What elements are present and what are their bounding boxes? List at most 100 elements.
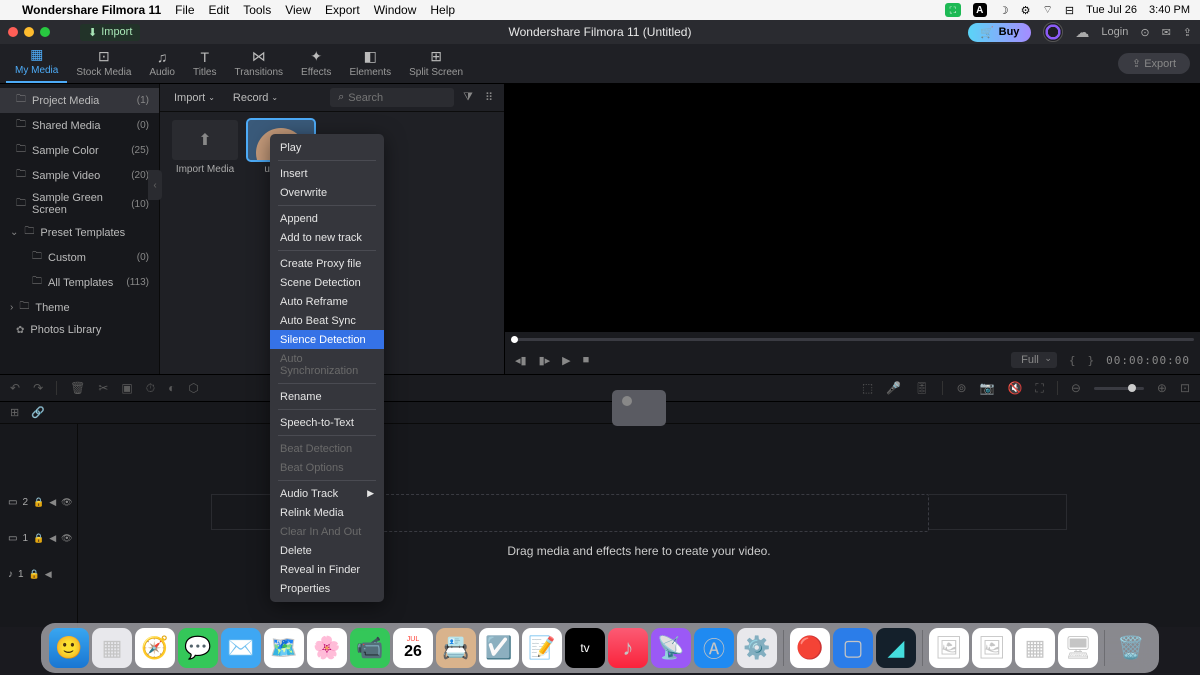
dock-calendar[interactable]: JUL26 [393,628,433,668]
spotlight-icon[interactable]: ⚙ [1021,4,1031,17]
dock-music[interactable]: ♪ [608,628,648,668]
filter-icon[interactable]: ⧩ [460,88,476,107]
sidebar-item-project-media[interactable]: 🗀Project Media(1) [0,88,159,113]
dock-safari[interactable]: 🧭 [135,628,175,668]
menu-window[interactable]: Window [374,3,417,17]
menubar-time[interactable]: 3:40 PM [1149,4,1190,16]
quality-dropdown[interactable]: Full [1011,352,1057,368]
preview-scrubber[interactable] [505,332,1200,346]
search-field[interactable]: ⌕ [330,88,454,107]
dock-filmora[interactable]: ◢ [876,628,916,668]
tab-titles[interactable]: TTitles [184,46,226,83]
dock-trash[interactable]: 🗑️ [1111,628,1151,668]
dock-recent-2[interactable]: 🖼 [972,628,1012,668]
tab-audio[interactable]: ♫Audio [140,46,184,83]
dock-maps[interactable]: 🗺️ [264,628,304,668]
greenscreen-icon[interactable]: ⬡ [188,381,198,395]
status-icon-1[interactable]: ⛶ [945,3,961,17]
mail-icon[interactable]: ✉ [1162,26,1171,39]
sidebar-item-shared-media[interactable]: 🗀Shared Media(0) [0,113,159,138]
dock-facetime[interactable]: 📹 [350,628,390,668]
track-header-video-2[interactable]: ▭2🔒◀👁 [0,484,77,520]
cm-auto-reframe[interactable]: Auto Reframe [270,292,384,311]
undo-icon[interactable]: ↶ [10,381,20,395]
tab-split-screen[interactable]: ⊞Split Screen [400,45,472,83]
cm-append[interactable]: Append [270,209,384,228]
cm-relink-media[interactable]: Relink Media [270,503,384,522]
marker-icon[interactable]: ⬚ [862,381,873,395]
zoom-out-icon[interactable]: ⊖ [1071,381,1081,395]
dock-settings[interactable]: ⚙️ [737,628,777,668]
zoom-fit-icon[interactable]: ⊡ [1180,381,1190,395]
dock-reminders[interactable]: ☑️ [479,628,519,668]
dock-recent-4[interactable]: 🖥 [1058,628,1098,668]
mute-icon[interactable]: ◀ [45,569,52,580]
menu-file[interactable]: File [175,3,194,17]
mute-icon[interactable]: ◀ [49,497,56,508]
cm-add-new-track[interactable]: Add to new track [270,228,384,247]
minimize-window-button[interactable] [24,27,34,37]
mark-out-icon[interactable]: } [1088,354,1095,367]
prev-frame-button[interactable]: ◂▮ [515,354,527,367]
menu-view[interactable]: View [285,3,311,17]
volume-icon[interactable]: 🔇 [1007,381,1022,395]
track-link-icon[interactable]: 🔗 [31,406,45,419]
export-button[interactable]: ⇪ Export [1118,53,1190,74]
drop-zone[interactable] [349,494,929,532]
hide-icon[interactable]: 👁 [61,497,72,508]
dock-launchpad[interactable]: ▦ [92,628,132,668]
cm-scene-detection[interactable]: Scene Detection [270,273,384,292]
dock-mail[interactable]: ✉️ [221,628,261,668]
effects-ring-icon[interactable] [1043,22,1063,42]
headphones-icon[interactable]: ⊙ [1140,26,1149,39]
cm-audio-track[interactable]: Audio Track▶ [270,484,384,503]
expand-icon[interactable]: ⛶ [1035,381,1043,396]
track-header-audio-1[interactable]: ♪1🔒◀ [0,556,77,592]
zoom-slider[interactable] [1094,387,1144,390]
control-center-icon[interactable]: ⊟ [1065,4,1074,17]
sidebar-item-green-screen[interactable]: 🗀Sample Green Screen(10) [0,188,159,220]
hide-icon[interactable]: 👁 [61,533,72,544]
color-icon[interactable]: ◐ [168,381,175,395]
timeline-body[interactable]: Drag media and effects here to create yo… [78,424,1200,627]
sidebar-item-sample-video[interactable]: 🗀Sample Video(20) [0,163,159,188]
snapshot-icon[interactable]: 📷 [980,381,995,395]
play-button[interactable]: ▶ [562,354,570,367]
do-not-disturb-icon[interactable]: ☽ [999,4,1009,17]
cm-overwrite[interactable]: Overwrite [270,183,384,202]
mixer-icon[interactable]: 🎚 [914,381,929,395]
redo-icon[interactable]: ↷ [33,381,43,395]
dock-photos[interactable]: 🌸 [307,628,347,668]
close-window-button[interactable] [8,27,18,37]
track-header-video-1[interactable]: ▭1🔒◀👁 [0,520,77,556]
next-frame-button[interactable]: ▮▸ [539,354,551,367]
tab-elements[interactable]: ◧Elements [340,45,400,83]
buy-button[interactable]: 🛒Buy [968,23,1031,42]
sidebar-item-sample-color[interactable]: 🗀Sample Color(25) [0,138,159,163]
sidebar-item-all-templates[interactable]: 🗀All Templates(113) [0,270,159,295]
track-add-icon[interactable]: ⊞ [10,406,19,419]
menubar-date[interactable]: Tue Jul 26 [1086,4,1137,16]
mute-icon[interactable]: ◀ [49,533,56,544]
speed-icon[interactable]: ⏱ [146,381,155,396]
tab-my-media[interactable]: ▦My Media [6,43,67,83]
dock-finder[interactable]: 🙂 [49,628,89,668]
dock-contacts[interactable]: 📇 [436,628,476,668]
import-dropdown[interactable]: Import⌄ [168,90,221,106]
cm-auto-beat-sync[interactable]: Auto Beat Sync [270,311,384,330]
sidebar-item-preset-templates[interactable]: ⌄🗀Preset Templates [0,220,159,245]
menu-edit[interactable]: Edit [209,3,230,17]
grid-view-icon[interactable]: ⠿ [482,88,496,107]
cloud-icon[interactable]: ☁ [1075,24,1089,41]
lock-icon[interactable]: 🔒 [29,569,40,580]
zoom-knob[interactable] [1128,384,1136,392]
render-icon[interactable]: ⊚ [956,381,966,395]
search-input[interactable] [348,92,446,104]
dock-notes[interactable]: 📝 [522,628,562,668]
wifi-icon[interactable]: ⌔ [1043,3,1053,17]
preview-viewport[interactable] [505,84,1200,332]
cm-speech-to-text[interactable]: Speech-to-Text [270,413,384,432]
cm-delete[interactable]: Delete [270,541,384,560]
mic-icon[interactable]: 🎤 [886,381,901,395]
cm-silence-detection[interactable]: Silence Detection [270,330,384,349]
